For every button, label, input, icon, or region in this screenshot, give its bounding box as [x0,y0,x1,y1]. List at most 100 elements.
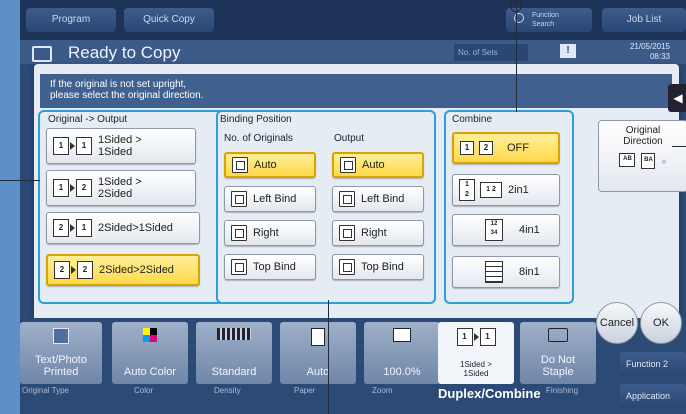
option-label: 2Sided>1Sided [98,222,173,234]
callout-line-combine [516,0,517,112]
originals-auto-button[interactable]: Auto [224,152,316,178]
option-label: Right [361,227,387,239]
search-icon [510,0,522,12]
zoom-tile[interactable]: 100.0% [364,322,440,384]
caption-zoom: Zoom [372,386,393,395]
finishing-tile[interactable]: Do Not Staple [520,322,596,384]
combine-2in1-icon: 121 2 [459,179,502,201]
caption-paper: Paper [294,386,316,395]
function-search-label-2: Search [532,21,555,28]
tile-text: Auto [306,366,330,378]
callout-line-original-output [0,180,40,181]
output-auto-button[interactable]: Auto [332,152,424,178]
orientation-landscape-icon: AB [619,153,636,167]
combine-off-button[interactable]: 12 OFF [452,132,560,164]
instruction-line-1: If the original is not set upright, [50,79,187,90]
option-label: Top Bind [253,261,296,273]
cancel-button[interactable]: Cancel [596,302,638,344]
auto-bind-icon [232,157,248,173]
originals-title: No. of Originals [224,133,293,144]
combine-4in1-icon: 12 34 [485,219,503,241]
output-top-bind-button[interactable]: Top Bind [332,254,424,280]
caption-color: Color [134,386,154,395]
output-right-bind-button[interactable]: Right [332,220,424,246]
option-label: 2in1 [508,184,529,196]
application-button[interactable]: Application [620,384,686,408]
callout-line-binding [328,300,329,414]
date-time: 21/05/2015 08:33 [610,42,670,62]
2sided-2sided-button[interactable]: 22 2Sided>2Sided [46,254,200,286]
1sided-1sided-button[interactable]: 11 1Sided > 1Sided [46,128,196,164]
2sided-1sided-button[interactable]: 21 2Sided>1Sided [46,212,200,244]
original-type-tile[interactable]: Text/Photo Printed [20,322,102,384]
originals-top-bind-button[interactable]: Top Bind [224,254,316,280]
quick-copy-button[interactable]: Quick Copy [124,8,214,32]
instruction-line-2: please select the original direction. [50,90,204,101]
function-search-button[interactable]: Function Search [506,8,592,32]
2-to-1-sided-icon: 21 [53,219,92,237]
tile-text: 100.0% [383,366,421,378]
output-left-bind-button[interactable]: Left Bind [332,186,424,212]
option-label: 2Sided>2Sided [99,264,174,276]
chevron-right-icon: » [661,156,667,166]
1-to-1-sided-icon: 11 [438,328,514,346]
original-direction-button[interactable]: Original Direction AB BA » [598,120,686,192]
tile-text: Auto Color [124,366,176,378]
instruction-text: If the original is not set upright, plea… [46,77,476,103]
1-to-2-sided-icon: 12 [53,179,92,197]
left-bind-icon [231,191,247,207]
chevron-left-icon[interactable]: ◀ [668,84,686,112]
job-list-button[interactable]: Job List [602,8,686,32]
program-button[interactable]: Program [26,8,116,32]
original-direction-label-1: Original [625,125,661,136]
option-label: Right [253,227,279,239]
option-label: Top Bind [361,261,404,273]
originals-right-bind-button[interactable]: Right [224,220,316,246]
option-label: Left Bind [253,193,297,205]
copy-icon [32,46,52,62]
copy-screen: Program Quick Copy Function Search Job L… [20,0,686,414]
caption-density: Density [214,386,241,395]
orientation-portrait-icon: BA [641,153,656,169]
auto-bind-icon [340,157,356,173]
function-2-button[interactable]: Function 2 [620,352,686,376]
density-tile[interactable]: Standard [196,322,272,384]
photo-icon [53,328,69,344]
1sided-2sided-button[interactable]: 12 1Sided > 2Sided [46,170,196,206]
ok-button[interactable]: OK [640,302,682,344]
originals-left-bind-button[interactable]: Left Bind [224,186,316,212]
density-icon [217,328,251,340]
function-search-label-1: Function [532,12,559,19]
combine-8in1-button[interactable]: 8in1 [452,256,560,288]
warning-icon[interactable]: ! [560,44,576,58]
date: 21/05/2015 [629,42,670,51]
duplex-combine-tile[interactable]: 11 1Sided > 1Sided [438,322,514,384]
status-title: Ready to Copy [68,43,181,62]
combine-4in1-button[interactable]: 12 34 4in1 [452,214,560,246]
combine-2in1-button[interactable]: 121 2 2in1 [452,174,560,206]
1-to-1-sided-icon: 11 [53,137,92,155]
option-label: Auto [362,159,385,171]
caption-original-type: Original Type [22,386,69,395]
combine-title: Combine [452,114,493,125]
left-bind-icon [339,191,355,207]
zoom-icon [393,328,411,342]
combine-off-icon: 12 [460,141,493,155]
right-bind-icon [231,225,247,241]
right-bind-icon [339,225,355,241]
output-title: Output [334,133,365,144]
option-label: Auto [254,159,277,171]
option-label: OFF [507,142,529,154]
top-bind-icon [231,259,247,275]
option-label: 4in1 [519,224,540,236]
option-label: Left Bind [361,193,405,205]
original-output-title: Original -> Output [48,114,128,125]
color-tile[interactable]: Auto Color [112,322,188,384]
paper-tile[interactable]: Auto [280,322,356,384]
tile-text: Standard [211,366,257,378]
tile-text: Do Not Staple [540,354,576,378]
option-label: 8in1 [519,266,540,278]
binding-position-title: Binding Position [220,114,292,125]
callout-line-direction [672,146,686,147]
option-label: 1Sided > 1Sided [98,134,142,158]
